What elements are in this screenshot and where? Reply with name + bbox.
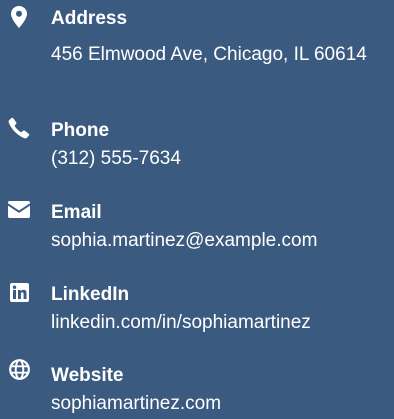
phone-icon bbox=[8, 117, 30, 139]
globe-icon bbox=[8, 358, 30, 380]
website-value: sophiamartinez.com bbox=[51, 393, 222, 414]
contact-label-address: Address bbox=[51, 8, 128, 29]
contact-label-phone: Phone bbox=[51, 120, 110, 141]
email-value: sophia.martinez@example.com bbox=[51, 230, 318, 251]
linkedin-value: linkedin.com/in/sophiamartinez bbox=[51, 312, 311, 333]
map-marker-icon bbox=[8, 6, 30, 28]
address-value: 456 Elmwood Ave, Chicago, IL 60614 bbox=[51, 44, 367, 65]
phone-value: (312) 555-7634 bbox=[51, 148, 181, 169]
contact-label-linkedin: LinkedIn bbox=[51, 284, 130, 305]
linkedin-icon bbox=[8, 281, 30, 303]
contact-label-email: Email bbox=[51, 202, 102, 223]
contact-list: Address 456 Elmwood Ave, Chicago, IL 606… bbox=[0, 0, 394, 419]
contact-label-website: Website bbox=[51, 365, 124, 386]
envelope-icon bbox=[8, 198, 30, 220]
